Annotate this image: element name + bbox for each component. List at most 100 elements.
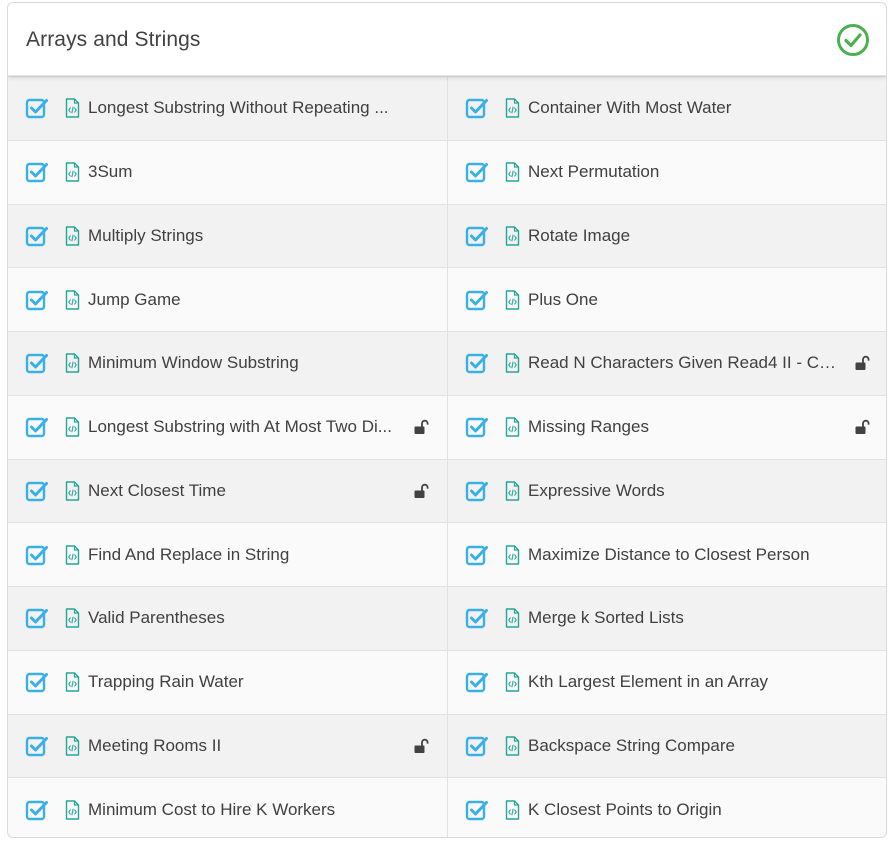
code-file-icon xyxy=(505,162,520,182)
problem-title-link[interactable]: Minimum Window Substring xyxy=(88,353,399,373)
checked-checkbox-icon[interactable] xyxy=(465,351,489,375)
problem-title-link[interactable]: Valid Parentheses xyxy=(88,608,399,628)
problem-item[interactable]: Expressive Words xyxy=(448,458,886,523)
problem-title-link[interactable]: 3Sum xyxy=(88,162,399,182)
problem-item[interactable]: 3Sum xyxy=(8,139,448,204)
code-file-icon xyxy=(65,672,80,692)
checked-checkbox-icon[interactable] xyxy=(25,798,49,822)
problem-item[interactable]: Minimum Cost to Hire K Workers xyxy=(8,777,448,837)
problem-item[interactable]: Rotate Image xyxy=(448,203,886,268)
code-file-icon xyxy=(65,481,80,501)
problem-item[interactable]: Missing Ranges xyxy=(448,394,886,459)
unlock-icon xyxy=(855,356,870,371)
problem-title-link[interactable]: Multiply Strings xyxy=(88,226,399,246)
problem-title-link[interactable]: Find And Replace in String xyxy=(88,545,399,565)
problem-item[interactable]: Find And Replace in String xyxy=(8,522,448,586)
problem-title-link[interactable]: Kth Largest Element in an Array xyxy=(528,672,840,692)
code-file-icon xyxy=(65,736,80,756)
problem-title-link[interactable]: Longest Substring with At Most Two Di... xyxy=(88,417,399,437)
problem-title-link[interactable]: Merge k Sorted Lists xyxy=(528,608,840,628)
unlock-icon xyxy=(414,419,429,435)
checked-checkbox-icon[interactable] xyxy=(25,606,49,630)
problem-item[interactable]: Minimum Window Substring xyxy=(8,331,448,395)
unlock-icon xyxy=(414,738,429,753)
code-file-icon xyxy=(65,799,80,820)
code-file-icon xyxy=(505,736,520,756)
problem-title-link[interactable]: K Closest Points to Origin xyxy=(528,800,840,820)
card-header[interactable]: Arrays and Strings xyxy=(8,3,886,76)
checked-checkbox-icon[interactable] xyxy=(465,96,489,120)
arrays-and-strings-card: Arrays and Strings Longest Substring Wit… xyxy=(7,2,887,838)
problem-item[interactable]: Multiply Strings xyxy=(8,203,448,268)
checked-checkbox-icon[interactable] xyxy=(465,160,489,184)
checked-checkbox-icon[interactable] xyxy=(25,224,49,248)
unlock-icon xyxy=(414,483,429,498)
problem-item[interactable]: Longest Substring Without Repeating ... xyxy=(8,76,448,140)
problem-title-link[interactable]: Trapping Rain Water xyxy=(88,672,399,692)
code-file-icon xyxy=(505,417,520,437)
problem-item[interactable]: Valid Parentheses xyxy=(8,586,448,650)
problem-item[interactable]: Container With Most Water xyxy=(448,76,886,140)
problem-item[interactable]: Backspace String Compare xyxy=(448,713,886,778)
problem-title-link[interactable]: Longest Substring Without Repeating ... xyxy=(88,98,399,118)
code-file-icon xyxy=(505,353,520,374)
code-file-icon xyxy=(505,799,520,820)
problem-item[interactable]: Read N Characters Given Read4 II - Call.… xyxy=(448,331,886,395)
checked-checkbox-icon[interactable] xyxy=(25,734,49,758)
problem-title-link[interactable]: Missing Ranges xyxy=(528,417,840,437)
code-file-icon xyxy=(505,226,520,246)
problem-item[interactable]: K Closest Points to Origin xyxy=(448,777,886,837)
problem-title-link[interactable]: Next Closest Time xyxy=(88,481,399,501)
checked-checkbox-icon[interactable] xyxy=(465,288,489,312)
checked-checkbox-icon[interactable] xyxy=(465,543,489,567)
checked-checkbox-icon[interactable] xyxy=(465,415,489,439)
code-file-icon xyxy=(505,608,520,629)
checked-checkbox-icon[interactable] xyxy=(25,160,49,184)
problem-grid: Longest Substring Without Repeating ... C… xyxy=(8,76,886,837)
problem-title-link[interactable]: Minimum Cost to Hire K Workers xyxy=(88,800,399,820)
code-file-icon xyxy=(65,417,80,437)
problem-item[interactable]: Longest Substring with At Most Two Di... xyxy=(8,394,448,459)
code-file-icon xyxy=(65,226,80,246)
card-title: Arrays and Strings xyxy=(26,28,201,51)
problem-item[interactable]: Next Permutation xyxy=(448,139,886,204)
problem-title-link[interactable]: Maximize Distance to Closest Person xyxy=(528,545,840,565)
unlock-icon xyxy=(855,419,870,435)
checked-checkbox-icon[interactable] xyxy=(25,479,49,503)
problem-title-link[interactable]: Expressive Words xyxy=(528,481,840,501)
problem-item[interactable]: Merge k Sorted Lists xyxy=(448,586,886,650)
problem-title-link[interactable]: Meeting Rooms II xyxy=(88,736,399,756)
checked-checkbox-icon[interactable] xyxy=(25,351,49,375)
code-file-icon xyxy=(65,353,80,374)
checked-checkbox-icon[interactable] xyxy=(465,798,489,822)
checked-checkbox-icon[interactable] xyxy=(465,224,489,248)
problem-title-link[interactable]: Backspace String Compare xyxy=(528,736,840,756)
checked-checkbox-icon[interactable] xyxy=(465,479,489,503)
problem-item[interactable]: Maximize Distance to Closest Person xyxy=(448,522,886,586)
problem-title-link[interactable]: Next Permutation xyxy=(528,162,840,182)
problem-item[interactable]: Jump Game xyxy=(8,267,448,331)
problem-item[interactable]: Meeting Rooms II xyxy=(8,713,448,778)
problem-item[interactable]: Next Closest Time xyxy=(8,458,448,523)
code-file-icon xyxy=(65,162,80,182)
checked-checkbox-icon[interactable] xyxy=(25,543,49,567)
problem-title-link[interactable]: Plus One xyxy=(528,290,840,310)
problem-item[interactable]: Trapping Rain Water xyxy=(8,649,448,714)
checked-checkbox-icon[interactable] xyxy=(25,96,49,120)
problem-item[interactable]: Kth Largest Element in an Array xyxy=(448,649,886,714)
checked-checkbox-icon[interactable] xyxy=(25,670,49,694)
checked-checkbox-icon[interactable] xyxy=(465,606,489,630)
checked-checkbox-icon[interactable] xyxy=(25,415,49,439)
checked-checkbox-icon[interactable] xyxy=(25,288,49,312)
code-file-icon xyxy=(65,544,80,565)
problem-title-link[interactable]: Container With Most Water xyxy=(528,98,840,118)
problem-title-link[interactable]: Rotate Image xyxy=(528,226,840,246)
code-file-icon xyxy=(65,98,80,119)
code-file-icon xyxy=(505,289,520,310)
checked-checkbox-icon[interactable] xyxy=(465,670,489,694)
problem-title-link[interactable]: Read N Characters Given Read4 II - Call.… xyxy=(528,353,840,373)
code-file-icon xyxy=(65,289,80,310)
checked-checkbox-icon[interactable] xyxy=(465,734,489,758)
problem-title-link[interactable]: Jump Game xyxy=(88,290,399,310)
problem-item[interactable]: Plus One xyxy=(448,267,886,331)
